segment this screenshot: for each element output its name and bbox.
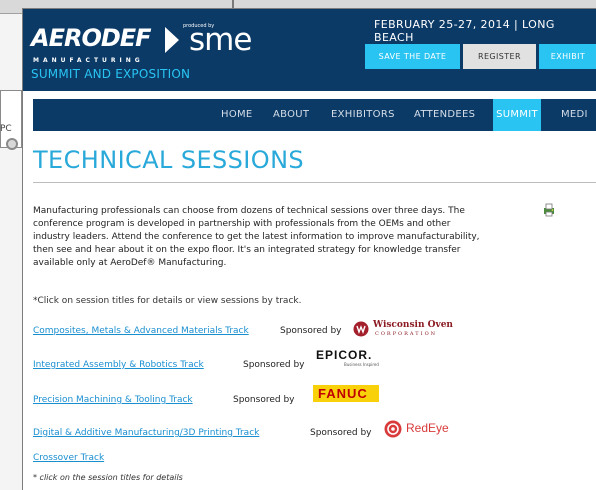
nav-summit[interactable]: SUMMIT bbox=[493, 99, 541, 131]
register-button[interactable]: REGISTER bbox=[463, 44, 536, 69]
aerodef-logo[interactable]: AERODEF MANUFACTURING bbox=[31, 24, 179, 64]
intro-line: Manufacturing professionals can choose f… bbox=[33, 206, 465, 216]
site-header: AERODEF MANUFACTURING produced by sme SU… bbox=[23, 9, 596, 91]
intro-line: then see and hear about it on the expo f… bbox=[33, 245, 461, 255]
track-link-assembly-robotics[interactable]: Integrated Assembly & Robotics Track bbox=[33, 360, 204, 370]
print-icon[interactable] bbox=[541, 202, 557, 218]
nav-media[interactable]: MEDI bbox=[561, 99, 588, 131]
event-date: FEBRUARY 25-27, 2014 | LONG BEACH bbox=[374, 18, 555, 44]
logo-text: AERODEF bbox=[31, 24, 152, 52]
sponsor-label: Sponsored by bbox=[233, 395, 295, 405]
page-title: TECHNICAL SESSIONS bbox=[33, 146, 305, 174]
nav-exhibitors[interactable]: EXHIBITORS bbox=[331, 99, 395, 131]
fanuc-text: FANUC bbox=[318, 386, 368, 401]
wisconsin-oven-icon bbox=[353, 321, 369, 337]
sponsor-label: Sponsored by bbox=[310, 428, 372, 438]
nav-about[interactable]: ABOUT bbox=[273, 99, 309, 131]
track-link-precision-machining[interactable]: Precision Machining & Tooling Track bbox=[33, 395, 193, 405]
epicor-text: EPICOR. bbox=[316, 348, 373, 362]
logo-arrow-icon bbox=[165, 27, 179, 53]
track-link-digital-additive[interactable]: Digital & Additive Manufacturing/3D Prin… bbox=[33, 428, 259, 438]
track-link-crossover[interactable]: Crossover Track bbox=[33, 453, 104, 463]
footer-note: * click on the session titles for detail… bbox=[33, 473, 183, 482]
background-window-text: PC bbox=[0, 124, 12, 134]
background-window-icon bbox=[6, 138, 18, 150]
sponsor-label: Sponsored by bbox=[243, 360, 305, 370]
epicor-tagline: Business Inspired bbox=[344, 362, 379, 367]
intro-paragraph: Manufacturing professionals can choose f… bbox=[33, 205, 545, 270]
wisconsin-oven-text: Wisconsin Oven bbox=[373, 320, 453, 330]
sponsor-label: Sponsored by bbox=[280, 326, 342, 336]
fanuc-logo[interactable]: FANUC bbox=[313, 385, 379, 402]
intro-line: conference program is developed in partn… bbox=[33, 219, 451, 229]
summit-expo-title: SUMMIT AND EXPOSITION bbox=[31, 67, 191, 81]
redeye-icon bbox=[384, 420, 402, 438]
click-instructions: *Click on session titles for details or … bbox=[33, 296, 302, 306]
save-the-date-button[interactable]: SAVE THE DATE bbox=[365, 44, 460, 69]
wisconsin-oven-subtext: CORPORATION bbox=[375, 331, 438, 337]
title-divider bbox=[33, 182, 596, 183]
nav-attendees[interactable]: ATTENDEES bbox=[414, 99, 475, 131]
intro-line: available only at AeroDef® Manufacturing… bbox=[33, 258, 227, 268]
nav-home[interactable]: HOME bbox=[221, 99, 253, 131]
exhibit-button[interactable]: EXHIBIT bbox=[539, 44, 596, 69]
logo-subtext: MANUFACTURING bbox=[33, 57, 144, 64]
main-nav: HOME ABOUT EXHIBITORS ATTENDEES SUMMIT M… bbox=[33, 99, 596, 131]
track-link-composites[interactable]: Composites, Metals & Advanced Materials … bbox=[33, 326, 249, 336]
redeye-text: RedEye bbox=[406, 421, 449, 435]
webpage: AERODEF MANUFACTURING produced by sme SU… bbox=[22, 8, 596, 490]
intro-line: industry leaders. Attend the conference … bbox=[33, 232, 480, 242]
sme-logo[interactable]: sme bbox=[189, 22, 252, 58]
